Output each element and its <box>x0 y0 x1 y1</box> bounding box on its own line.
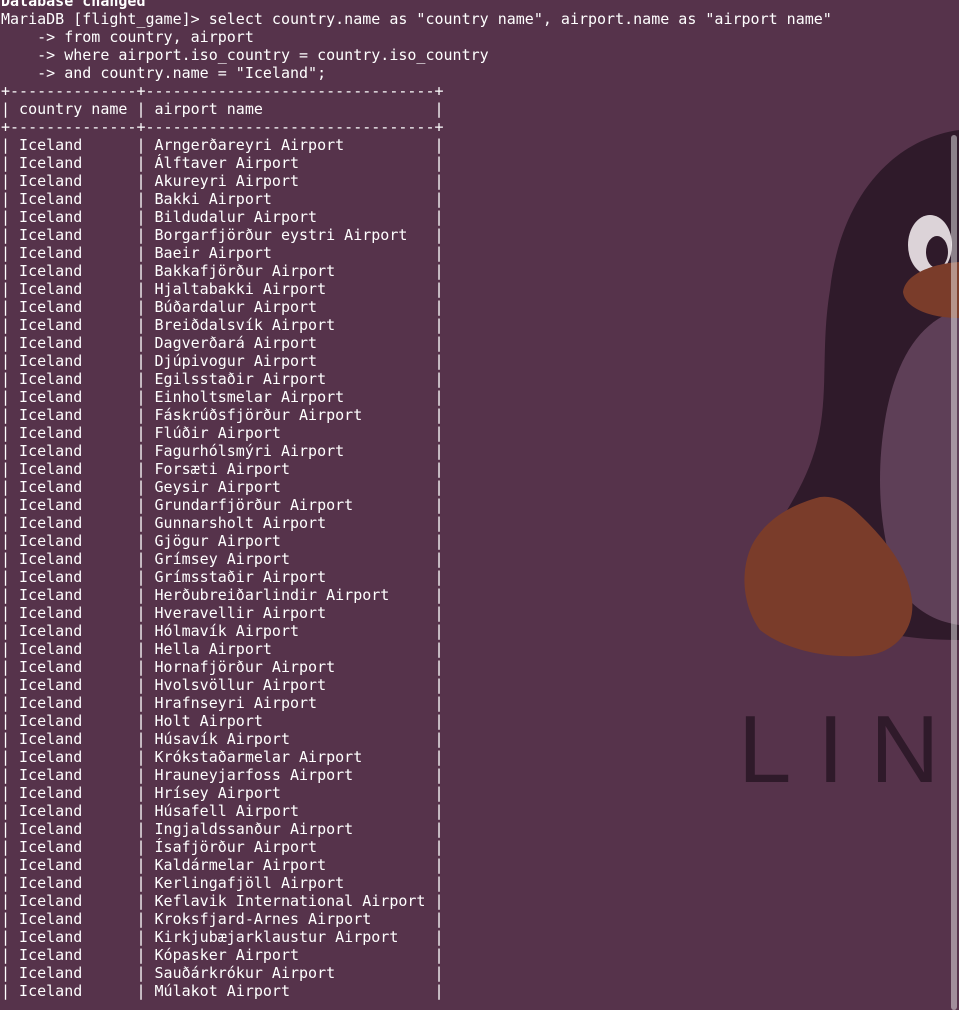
table-row: | Iceland | Gjögur Airport | <box>1 532 444 550</box>
table-row: | Iceland | Kaldármelar Airport | <box>1 856 444 874</box>
sql-continuation-line: -> from country, airport <box>1 28 254 46</box>
table-row: | Iceland | Forsæti Airport | <box>1 460 444 478</box>
table-row: | Iceland | Kirkjubæjarklaustur Airport … <box>1 928 444 946</box>
table-row: | Iceland | Geysir Airport | <box>1 478 444 496</box>
table-row: | Iceland | Keflavik International Airpo… <box>1 892 444 910</box>
table-row: | Iceland | Dagverðará Airport | <box>1 334 444 352</box>
table-row: | Iceland | Holt Airport | <box>1 712 444 730</box>
table-row: | Iceland | Borgarfjörður eystri Airport… <box>1 226 444 244</box>
table-row: | Iceland | Húsavík Airport | <box>1 730 444 748</box>
terminal-output[interactable]: Database changed MariaDB [flight_game]> s… <box>1 0 832 1000</box>
terminal-scrollbar[interactable] <box>951 135 957 1010</box>
table-row: | Iceland | Akureyri Airport | <box>1 172 444 190</box>
terminal-window[interactable]: LIN Database changed MariaDB [flight_game… <box>0 0 959 1010</box>
table-row: | Iceland | Gunnarsholt Airport | <box>1 514 444 532</box>
table-row: | Iceland | Bakkafjörður Airport | <box>1 262 444 280</box>
table-row: | Iceland | Baeir Airport | <box>1 244 444 262</box>
table-row: | Iceland | Hrauneyjarfoss Airport | <box>1 766 444 784</box>
table-row: | Iceland | Kerlingafjöll Airport | <box>1 874 444 892</box>
table-row: | Iceland | Ingjaldssanður Airport | <box>1 820 444 838</box>
table-row: | Iceland | Grímsstaðir Airport | <box>1 568 444 586</box>
table-row: | Iceland | Sauðárkrókur Airport | <box>1 964 444 982</box>
table-row: | Iceland | Krókstaðarmelar Airport | <box>1 748 444 766</box>
table-row: | Iceland | Húsafell Airport | <box>1 802 444 820</box>
table-row: | Iceland | Fáskrúðsfjörður Airport | <box>1 406 444 424</box>
table-row: | Iceland | Egilsstaðir Airport | <box>1 370 444 388</box>
sql-continuation-line: -> and country.name = "Iceland"; <box>1 64 327 82</box>
table-row: | Iceland | Bakki Airport | <box>1 190 444 208</box>
table-row: | Iceland | Hornafjörður Airport | <box>1 658 444 676</box>
table-row: | Iceland | Hjaltabakki Airport | <box>1 280 444 298</box>
table-row: | Iceland | Múlakot Airport | <box>1 982 444 1000</box>
sql-prompt-line: MariaDB [flight_game]> select country.na… <box>1 10 832 28</box>
table-row: | Iceland | Arngerðareyri Airport | <box>1 136 444 154</box>
table-row: | Iceland | Hella Airport | <box>1 640 444 658</box>
table-row: | Iceland | Hólmavík Airport | <box>1 622 444 640</box>
table-border: +--------------+------------------------… <box>1 82 444 100</box>
table-row: | Iceland | Hvolsvöllur Airport | <box>1 676 444 694</box>
table-row: | Iceland | Hrafnseyri Airport | <box>1 694 444 712</box>
table-row: | Iceland | Flúðir Airport | <box>1 424 444 442</box>
table-row: | Iceland | Hrísey Airport | <box>1 784 444 802</box>
table-row: | Iceland | Fagurhólsmýri Airport | <box>1 442 444 460</box>
table-row: | Iceland | Grundarfjörður Airport | <box>1 496 444 514</box>
table-row: | Iceland | Einholtsmelar Airport | <box>1 388 444 406</box>
penguin-eye-pupil <box>926 236 948 268</box>
table-row: | Iceland | Djúpivogur Airport | <box>1 352 444 370</box>
table-row: | Iceland | Kópasker Airport | <box>1 946 444 964</box>
table-row: | Iceland | Kroksfjard-Arnes Airport | <box>1 910 444 928</box>
table-row: | Iceland | Álftaver Airport | <box>1 154 444 172</box>
status-line: Database changed <box>1 0 146 10</box>
table-row: | Iceland | Hveravellir Airport | <box>1 604 444 622</box>
table-row: | Iceland | Ísafjörður Airport | <box>1 838 444 856</box>
table-row: | Iceland | Búðardalur Airport | <box>1 298 444 316</box>
table-row: | Iceland | Herðubreiðarlindir Airport | <box>1 586 444 604</box>
table-border: +--------------+------------------------… <box>1 118 444 136</box>
table-row: | Iceland | Grímsey Airport | <box>1 550 444 568</box>
table-row: | Iceland | Breiðdalsvík Airport | <box>1 316 444 334</box>
table-header-row: | country name | airport name | <box>1 100 444 118</box>
table-row: | Iceland | Bildudalur Airport | <box>1 208 444 226</box>
sql-continuation-line: -> where airport.iso_country = country.i… <box>1 46 489 64</box>
